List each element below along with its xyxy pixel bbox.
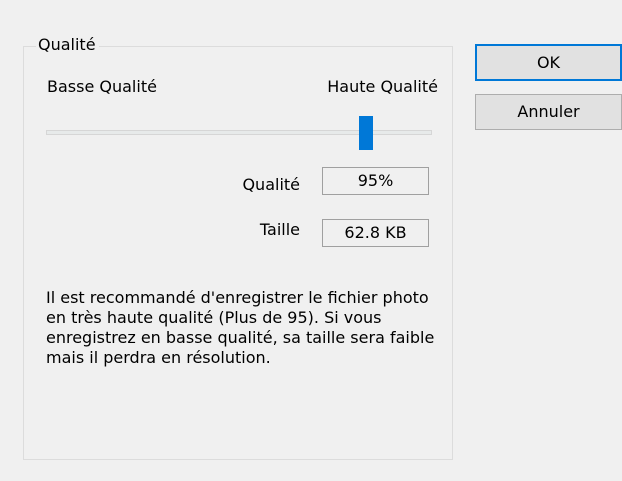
slider-track[interactable] [46, 130, 432, 135]
ok-button[interactable]: OK [475, 44, 622, 81]
help-text: Il est recommandé d'enregistrer le fichi… [46, 288, 435, 367]
size-value-field: 62.8 KB [322, 219, 429, 247]
high-quality-label: Haute Qualité [327, 77, 438, 96]
quality-label: Qualité [242, 175, 300, 194]
quality-group-title: Qualité [36, 35, 99, 55]
quality-value-field: 95% [322, 167, 429, 195]
low-quality-label: Basse Qualité [47, 77, 157, 96]
cancel-button[interactable]: Annuler [475, 94, 622, 130]
quality-slider[interactable] [46, 116, 432, 152]
size-label: Taille [259, 220, 300, 239]
slider-thumb[interactable] [359, 116, 374, 150]
quality-groupbox [23, 46, 453, 460]
